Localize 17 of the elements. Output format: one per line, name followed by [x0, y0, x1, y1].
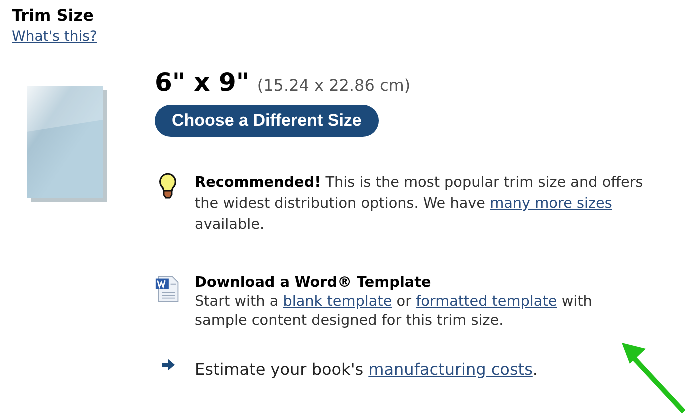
document-icon	[155, 274, 181, 304]
trim-size: 6" x 9"	[155, 68, 250, 97]
section-title: Trim Size	[12, 6, 95, 25]
note-text: Recommended! This is the most popular trim size and offers the widest distribution options. We have many more sizes available.	[195, 174, 644, 235]
text-link[interactable]: manufacturing costs	[368, 360, 533, 379]
text-link[interactable]: formatted template	[416, 294, 558, 310]
text-link[interactable]: blank template	[283, 294, 392, 310]
choose-size-button[interactable]: Choose a Different Size	[155, 105, 379, 137]
text-link[interactable]: many more sizes	[490, 196, 612, 212]
note-text: Start with a blank template or formatted template with sample content designed for this trim size.	[195, 293, 594, 331]
arrow-icon	[161, 359, 175, 371]
lightbulb-icon	[159, 173, 177, 199]
note-title: Download a Word® Template	[195, 274, 432, 293]
help-link[interactable]: What's this?	[12, 29, 98, 45]
book-icon	[25, 84, 107, 202]
note-text: Estimate your book's manufacturing costs.	[195, 359, 539, 380]
metric-size: (15.24 x 22.86 cm)	[257, 76, 411, 95]
